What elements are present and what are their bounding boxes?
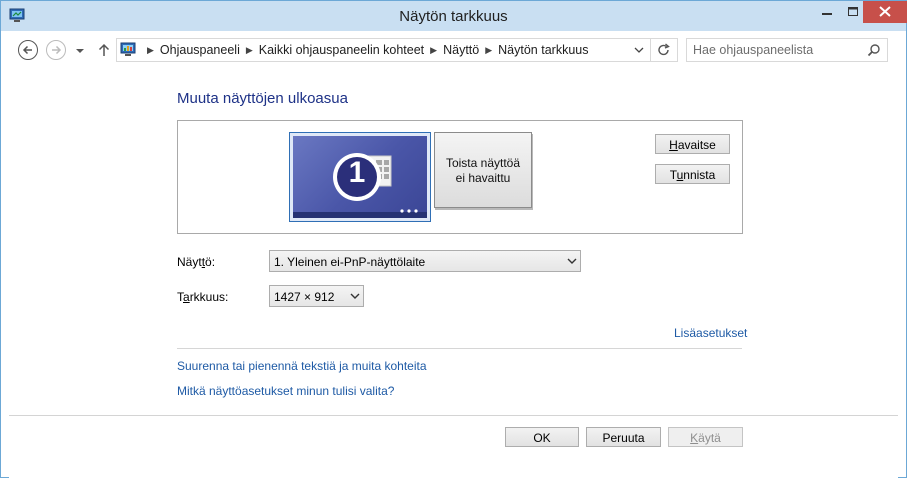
display-label: Näyttö: [177,255,215,269]
minimize-icon [822,13,832,15]
detect-label-rest: avaitse [677,138,716,152]
identify-button[interactable]: Tunnista [655,164,730,184]
identify-label-rest: nnista [683,168,716,182]
back-arrow-icon[interactable] [17,39,39,61]
monitor-1[interactable]: 1 [289,132,431,222]
up-arrow-icon[interactable] [93,39,115,61]
apply-label-accel: K [690,431,699,445]
address-history-chevron-icon[interactable] [633,43,645,57]
cancel-button[interactable]: Peruuta [586,427,661,447]
breadcrumb-separator-icon: ▶ [147,45,154,55]
display-label-prefix: Näyt [177,255,202,269]
display-select[interactable]: 1. Yleinen ei-PnP-näyttölaite [269,250,581,272]
monitor-2-label: Toista näyttöä ei havaittu [435,156,531,186]
resolution-select-value: 1427 × 912 [274,290,335,304]
breadcrumb-item-display[interactable]: Näyttö [443,43,479,57]
close-icon [879,6,891,17]
monitor-2-label-line2: ei havaittu [455,171,511,185]
page-heading: Muuta näyttöjen ulkoasua [177,90,348,107]
monitor-1-number: 1 [348,156,366,189]
refresh-button[interactable] [650,39,677,61]
detect-button[interactable]: Havaitse [655,134,730,154]
chevron-down-icon [350,293,360,299]
close-button[interactable] [863,1,907,23]
search-icon[interactable] [867,43,881,57]
title-bar[interactable]: Näytön tarkkuus [1,1,907,31]
minimize-button[interactable] [814,1,840,23]
more-dots-icon [400,209,418,213]
breadcrumb-item-all-items[interactable]: Kaikki ohjauspaneelin kohteet [259,43,424,57]
resolution-select[interactable]: 1427 × 912 [269,285,364,307]
dialog-footer: OK Peruuta Käytä [9,415,898,478]
resolution-label: Tarkkuus: [177,290,228,304]
navigation-bar: ▶ Ohjauspaneeli ▶ Kaikki ohjauspaneelin koh… [1,31,906,69]
which-settings-link[interactable]: Mitkä näyttöasetukset minun tulisi valit… [177,384,394,398]
monitor-2-label-line1: Toista näyttöä [445,156,521,170]
apply-button[interactable]: Käytä [668,427,743,447]
resolution-label-accel: a [183,290,190,304]
ok-button[interactable]: OK [505,427,579,447]
breadcrumb-item-screen-resolution[interactable]: Näytön tarkkuus [498,43,588,57]
display-label-rest: ö: [205,255,216,269]
detect-label-accel: H [669,138,678,152]
display-select-value: 1. Yleinen ei-PnP-näyttölaite [274,255,426,269]
window-title: Näytön tarkkuus [399,8,508,25]
search-input[interactable] [693,42,853,58]
forward-arrow-icon[interactable] [45,39,67,61]
chevron-down-icon [567,258,577,264]
window: Näytön tarkkuus ▶ Ohjauspaneeli ▶ Kaikki… [0,0,907,478]
address-bar[interactable]: ▶ Ohjauspaneeli ▶ Kaikki ohjauspaneelin koh… [116,38,678,62]
advanced-settings-link[interactable]: Lisäasetukset [674,326,747,340]
breadcrumb: ▶ Ohjauspaneeli ▶ Kaikki ohjauspaneelin koh… [141,43,588,57]
recent-locations-chevron-icon[interactable] [73,39,87,61]
apply-label-rest: äytä [698,431,721,445]
divider [177,348,742,349]
breadcrumb-item-control-panel[interactable]: Ohjauspaneeli [160,43,240,57]
control-panel-icon [120,42,136,56]
monitor-2-not-detected[interactable]: Toista näyttöä ei havaittu [434,132,532,208]
breadcrumb-separator-icon: ▶ [485,45,493,55]
resolution-label-rest: rkkuus: [189,290,229,304]
monitor-arrangement-area: 1 Toista näyttöä ei havaittu Havaitse Tu… [177,120,743,234]
identify-label-prefix: T [669,168,677,182]
refresh-icon [658,43,670,56]
search-box[interactable] [686,38,888,62]
breadcrumb-separator-icon: ▶ [245,45,253,55]
text-size-link[interactable]: Suurenna tai pienennä tekstiä ja muita k… [177,359,427,373]
breadcrumb-separator-icon: ▶ [430,45,438,55]
